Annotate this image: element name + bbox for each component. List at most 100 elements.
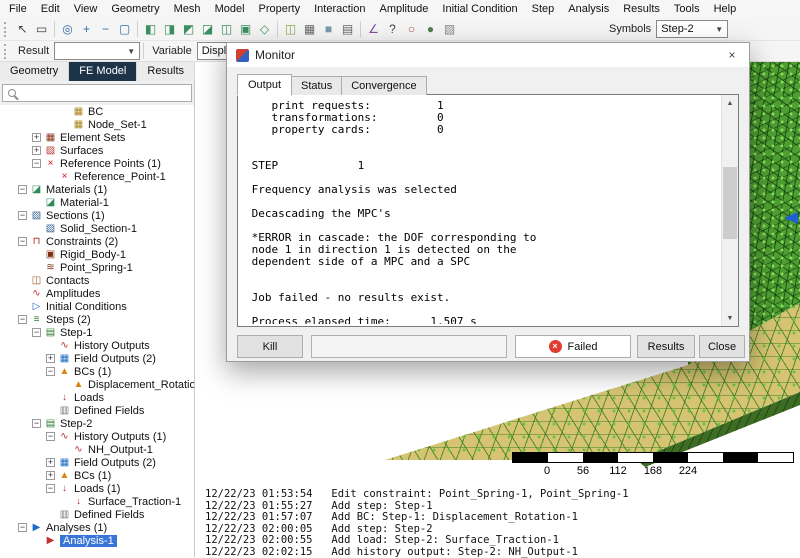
collapse-icon[interactable]: − <box>18 211 27 220</box>
collapse-icon[interactable]: − <box>18 315 27 324</box>
tree-item-field-outputs-2[interactable]: +▦Field Outputs (2) <box>0 456 194 469</box>
select-pointer-icon[interactable]: ↖ <box>13 20 32 39</box>
tree-item-history-outputs[interactable]: ∿History Outputs <box>0 339 194 352</box>
query-icon[interactable]: ? <box>383 20 402 39</box>
menu-item-model[interactable]: Model <box>208 1 252 17</box>
collapse-icon[interactable]: − <box>32 328 41 337</box>
tree-item-bcs-1[interactable]: −▲BCs (1) <box>0 365 194 378</box>
tree-item-element-sets[interactable]: +▦Element Sets <box>0 131 194 144</box>
expand-icon[interactable]: + <box>32 133 41 142</box>
close-button[interactable]: Close <box>699 335 745 358</box>
collapse-icon[interactable]: − <box>18 185 27 194</box>
collapse-icon[interactable]: − <box>18 237 27 246</box>
menu-item-tools[interactable]: Tools <box>667 1 707 17</box>
toolbar-drag-handle[interactable] <box>4 22 8 37</box>
tree-item-solid-section-1[interactable]: ▧Solid_Section-1 <box>0 222 194 235</box>
tab-fe-model[interactable]: FE Model <box>69 62 137 81</box>
tree-item-material-1[interactable]: ◪Material-1 <box>0 196 194 209</box>
tree-item-nh-output-1[interactable]: ∿NH_Output-1 <box>0 443 194 456</box>
zoom-out-icon[interactable]: − <box>96 20 115 39</box>
view-back-icon[interactable]: ◨ <box>160 20 179 39</box>
select-box-icon[interactable]: ▭ <box>32 20 51 39</box>
tree-item-sections-1[interactable]: −▧Sections (1) <box>0 209 194 222</box>
section-view-icon[interactable]: ◫ <box>281 20 300 39</box>
collapse-icon[interactable]: − <box>46 484 55 493</box>
collapse-icon[interactable]: − <box>32 419 41 428</box>
menu-item-mesh[interactable]: Mesh <box>167 1 208 17</box>
tree-item-step-2[interactable]: −▤Step-2 <box>0 417 194 430</box>
tree-item-surface-traction-1[interactable]: ↓Surface_Traction-1 <box>0 495 194 508</box>
scroll-up-icon[interactable]: ▲ <box>722 95 738 111</box>
tab-geometry[interactable]: Geometry <box>0 62 69 81</box>
tree-item-materials-1[interactable]: −◪Materials (1) <box>0 183 194 196</box>
menu-item-results[interactable]: Results <box>616 1 667 17</box>
result-select[interactable]: ▼ <box>54 42 140 60</box>
measure-icon[interactable]: ∠ <box>364 20 383 39</box>
collapse-icon[interactable]: − <box>32 159 41 168</box>
tree-item-constraints-2[interactable]: −⊓Constraints (2) <box>0 235 194 248</box>
view-front-icon[interactable]: ◧ <box>141 20 160 39</box>
menu-item-edit[interactable]: Edit <box>34 1 67 17</box>
monitor-tab-convergence[interactable]: Convergence <box>341 76 426 95</box>
menu-item-file[interactable]: File <box>2 1 34 17</box>
menu-item-amplitude[interactable]: Amplitude <box>372 1 435 17</box>
expand-icon[interactable]: + <box>32 146 41 155</box>
scroll-down-icon[interactable]: ▼ <box>722 310 738 326</box>
view-top-icon[interactable]: ◩ <box>179 20 198 39</box>
tree-item-steps-2[interactable]: −≡Steps (2) <box>0 313 194 326</box>
view-left-icon[interactable]: ◫ <box>217 20 236 39</box>
symbols-select[interactable]: Step-2 ▼ <box>656 20 728 38</box>
dialog-titlebar[interactable]: Monitor × <box>227 43 749 67</box>
tree-item-rigid-body-1[interactable]: ▣Rigid_Body-1 <box>0 248 194 261</box>
transparency-icon[interactable]: ▨ <box>440 20 459 39</box>
output-scrollbar[interactable]: ▲ ▼ <box>721 95 738 326</box>
view-right-icon[interactable]: ▣ <box>236 20 255 39</box>
monitor-tab-status[interactable]: Status <box>291 76 342 95</box>
show-icon[interactable]: ● <box>421 20 440 39</box>
monitor-tab-output[interactable]: Output <box>237 74 292 96</box>
tree-item-node-set-1[interactable]: ▦Node_Set-1 <box>0 118 194 131</box>
tree-item-step-1[interactable]: −▤Step-1 <box>0 326 194 339</box>
expand-icon[interactable]: + <box>46 458 55 467</box>
tree-item-bc[interactable]: ▦BC <box>0 105 194 118</box>
expand-icon[interactable]: + <box>46 471 55 480</box>
menu-item-interaction[interactable]: Interaction <box>307 1 372 17</box>
view-bottom-icon[interactable]: ◪ <box>198 20 217 39</box>
shaded-view-icon[interactable]: ■ <box>319 20 338 39</box>
menu-item-initial-condition[interactable]: Initial Condition <box>435 1 524 17</box>
menu-item-geometry[interactable]: Geometry <box>104 1 166 17</box>
tree-item-point-spring-1[interactable]: ≋Point_Spring-1 <box>0 261 194 274</box>
tree-item-analyses-1[interactable]: −▶Analyses (1) <box>0 521 194 534</box>
tree-item-analysis-1[interactable]: ▶Analysis-1 <box>0 534 194 547</box>
view-iso-icon[interactable]: ◇ <box>255 20 274 39</box>
results-button[interactable]: Results <box>637 335 695 358</box>
tree-item-history-outputs-1[interactable]: −∿History Outputs (1) <box>0 430 194 443</box>
close-icon[interactable]: × <box>715 43 749 67</box>
wireframe-icon[interactable]: ▦ <box>300 20 319 39</box>
tree-item-field-outputs-2[interactable]: +▦Field Outputs (2) <box>0 352 194 365</box>
toolbar-drag-handle[interactable] <box>4 44 8 59</box>
tree-item-contacts[interactable]: ◫Contacts <box>0 274 194 287</box>
search-input[interactable] <box>21 87 186 99</box>
collapse-icon[interactable]: − <box>46 367 55 376</box>
scrollbar-thumb[interactable] <box>723 167 737 239</box>
search-box[interactable] <box>2 84 192 102</box>
tree-item-displacement-rotation[interactable]: ▲Displacement_Rotation- <box>0 378 194 391</box>
zoom-window-icon[interactable]: ▢ <box>115 20 134 39</box>
tab-results[interactable]: Results <box>137 62 195 81</box>
zoom-in-icon[interactable]: + <box>77 20 96 39</box>
tree-item-loads[interactable]: ↓Loads <box>0 391 194 404</box>
menu-item-step[interactable]: Step <box>525 1 562 17</box>
menu-item-view[interactable]: View <box>67 1 105 17</box>
collapse-icon[interactable]: − <box>46 432 55 441</box>
menu-item-property[interactable]: Property <box>252 1 308 17</box>
tree-item-initial-conditions[interactable]: ▷Initial Conditions <box>0 300 194 313</box>
expand-icon[interactable]: + <box>46 354 55 363</box>
tree-item-amplitudes[interactable]: ∿Amplitudes <box>0 287 194 300</box>
menu-item-help[interactable]: Help <box>707 1 744 17</box>
kill-button[interactable]: Kill <box>237 335 303 358</box>
tree-item-reference-points-1[interactable]: −×Reference Points (1) <box>0 157 194 170</box>
tree-item-defined-fields[interactable]: ▥Defined Fields <box>0 508 194 521</box>
tree-item-loads-1[interactable]: −↓Loads (1) <box>0 482 194 495</box>
tree-item-bcs-1[interactable]: +▲BCs (1) <box>0 469 194 482</box>
